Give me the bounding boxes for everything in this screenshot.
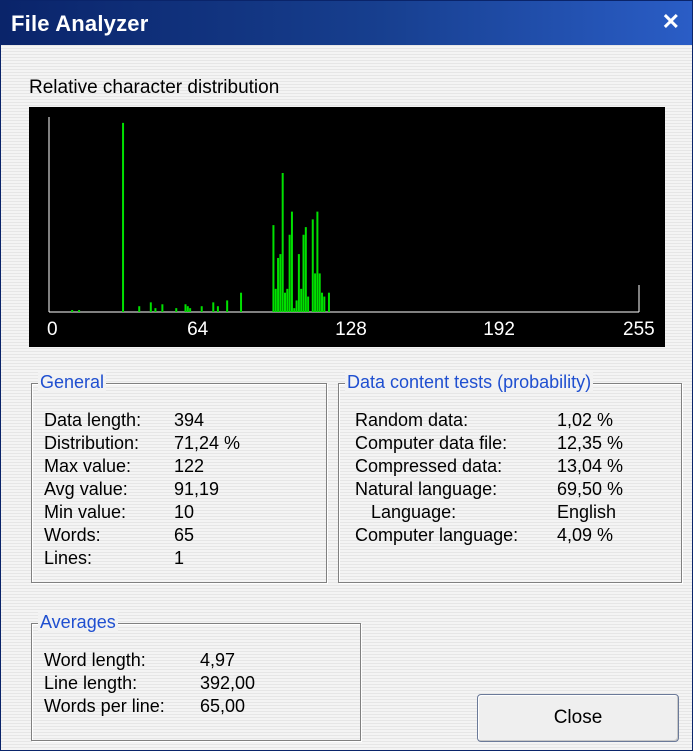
chart-svg: 0 64 128 192 255: [47, 117, 655, 340]
stat-label: Computer language:: [355, 525, 519, 545]
stat-label: Avg value:: [44, 479, 128, 499]
stat-value: 65: [174, 525, 195, 545]
stat-value: 10: [174, 502, 195, 522]
stat-label: Random data:: [355, 410, 469, 430]
data-tests-title: Data content tests (probability): [345, 372, 594, 393]
stat-value: 69,50 %: [557, 479, 624, 499]
stat-value: 13,04 %: [557, 456, 624, 476]
stat-label: Word length:: [44, 650, 146, 670]
stat-value: English: [557, 502, 617, 522]
stat-value: 4,97: [200, 650, 236, 670]
stat-value: 65,00: [200, 696, 246, 716]
stat-value: 12,35 %: [557, 433, 624, 453]
x-tick-label: 0: [47, 319, 58, 340]
stat-value: 1: [174, 548, 185, 568]
x-tick-label: 255: [623, 319, 655, 340]
x-tick-label: 192: [483, 319, 515, 340]
averages-group: Averages Word length: 4,97 Line length: 392…: [31, 612, 361, 741]
stat-label: Data length:: [44, 410, 142, 430]
stat-value: 4,09 %: [557, 525, 614, 545]
averages-title: Averages: [38, 612, 118, 633]
general-title: General: [38, 372, 107, 393]
stat-value: 392,00: [200, 673, 256, 693]
stat-label: Words:: [44, 525, 101, 545]
stat-label: Words per line:: [44, 696, 165, 716]
stat-value: 91,19: [174, 479, 220, 499]
stat-label: Compressed data:: [355, 456, 503, 476]
close-button[interactable]: Close: [477, 694, 679, 742]
general-group: General Data length: 394 Distribution: 71,2…: [31, 372, 327, 583]
stat-label: Distribution:: [44, 433, 140, 453]
stat-label: Line length:: [44, 673, 138, 693]
data-tests-group: Data content tests (probability) Random …: [338, 372, 682, 583]
close-icon[interactable]: ✕: [662, 9, 680, 35]
distribution-label: Relative character distribution: [29, 77, 280, 98]
stat-label: Computer data file:: [355, 433, 508, 453]
stat-label: Lines:: [44, 548, 93, 568]
stat-value: 394: [174, 410, 205, 430]
x-tick-label: 64: [187, 319, 209, 340]
title-bar[interactable]: File Analyzer ✕: [1, 1, 692, 45]
stat-value: 71,24 %: [174, 433, 241, 453]
window-title: File Analyzer: [11, 11, 149, 36]
stat-value: 1,02 %: [557, 410, 614, 430]
stat-value: 122: [174, 456, 205, 476]
stat-label: Max value:: [44, 456, 132, 476]
stat-label: Language:: [371, 502, 457, 522]
x-tick-label: 128: [335, 319, 367, 340]
stat-label: Natural language:: [355, 479, 498, 499]
stat-label: Min value:: [44, 502, 127, 522]
file-analyzer-window: File Analyzer ✕ Relative character distr…: [0, 0, 693, 751]
character-distribution-chart: 0 64 128 192 255: [29, 107, 665, 347]
